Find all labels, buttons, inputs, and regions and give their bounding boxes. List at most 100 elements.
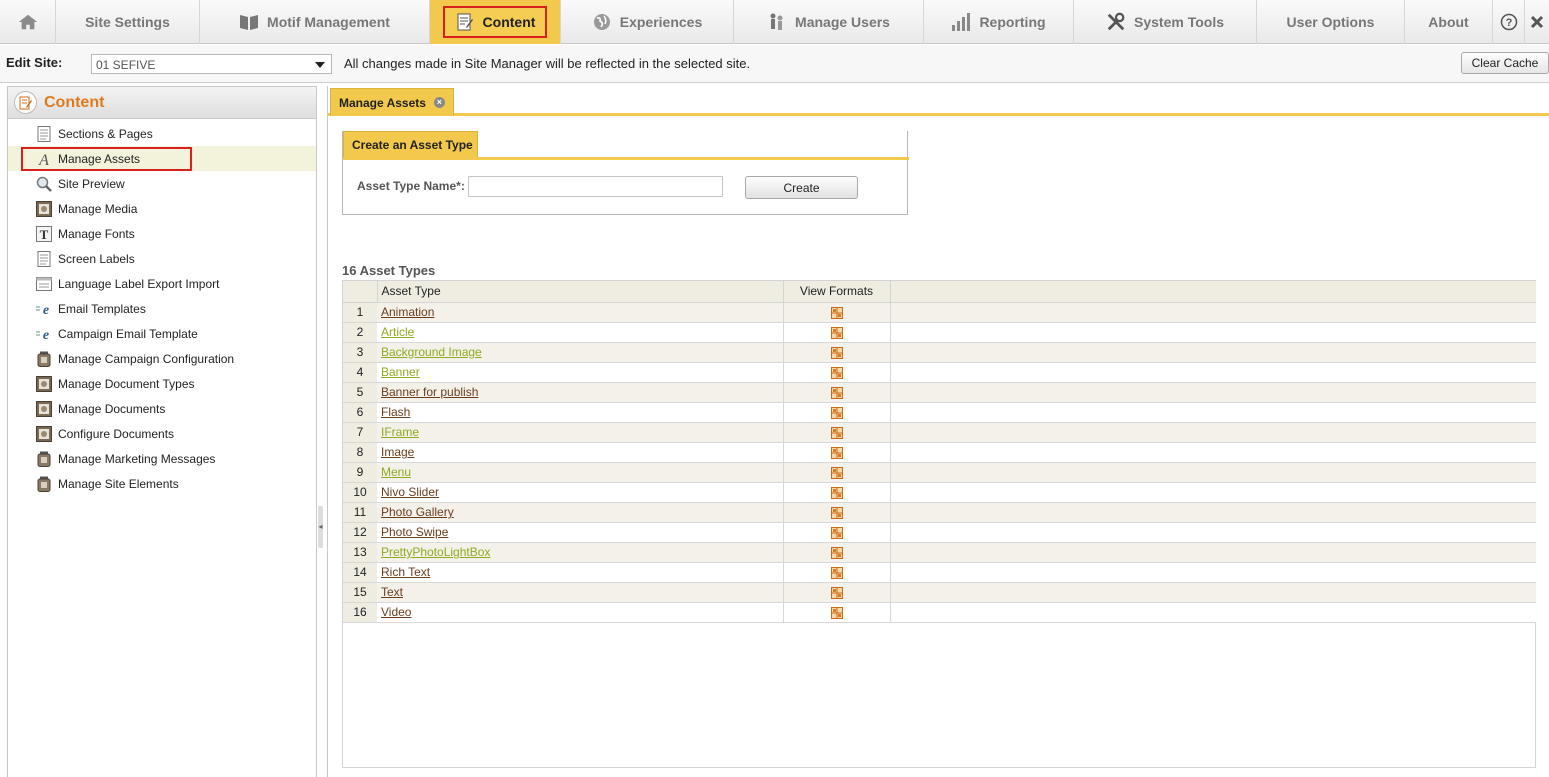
sidebar-item-campaign-email-template[interactable]: e Campaign Email Template [8, 321, 316, 346]
asset-type-link[interactable]: Banner [381, 365, 420, 379]
clear-cache-button[interactable]: Clear Cache [1461, 52, 1549, 74]
sidebar-item-site-preview[interactable]: Site Preview [8, 171, 316, 196]
row-spacer [890, 322, 1536, 343]
view-formats-icon[interactable] [830, 566, 843, 579]
asset-type-link[interactable]: Text [381, 585, 403, 599]
column-header-spacer [890, 281, 1536, 303]
sidebar-item-manage-fonts[interactable]: T Manage Fonts [8, 221, 316, 246]
nav-manage-users[interactable]: Manage Users [734, 0, 924, 44]
sidebar-item-manage-document-types[interactable]: Manage Document Types [8, 371, 316, 396]
column-header-view-formats[interactable]: View Formats [783, 281, 891, 303]
email-icon: e [36, 301, 52, 317]
view-formats-cell [783, 462, 891, 483]
nav-motif-management[interactable]: Motif Management [200, 0, 430, 44]
sidebar-menu: Sections & Pages A Manage Assets Site Previ… [8, 119, 316, 496]
view-formats-icon[interactable] [830, 466, 843, 479]
asset-type-link[interactable]: Photo Gallery [381, 505, 454, 519]
view-formats-icon[interactable] [830, 606, 843, 619]
sidebar-item-language-label-export-import[interactable]: Language Label Export Import [8, 271, 316, 296]
view-formats-icon[interactable] [830, 506, 843, 519]
view-formats-cell [783, 562, 891, 583]
help-button[interactable]: ? [1493, 0, 1525, 44]
nav-label: Manage Users [795, 14, 890, 30]
nav-home[interactable] [0, 0, 56, 44]
media-icon [36, 375, 52, 392]
tab-manage-assets[interactable]: Manage Assets × [330, 88, 454, 116]
edit-site-label: Edit Site: [6, 55, 63, 70]
asset-type-link[interactable]: Nivo Slider [381, 485, 439, 499]
nav-reporting[interactable]: Reporting [924, 0, 1074, 44]
jar-icon [36, 351, 52, 367]
asset-type-link[interactable]: Flash [381, 405, 410, 419]
view-formats-icon[interactable] [830, 446, 843, 459]
edit-site-bar: Edit Site: 01 SEFIVE All changes made in… [0, 45, 1549, 83]
asset-type-link[interactable]: Background Image [381, 345, 482, 359]
table-row: 11 Photo Gallery [343, 502, 1536, 523]
nav-user-options[interactable]: User Options [1257, 0, 1405, 44]
asset-type-link[interactable]: Animation [381, 305, 434, 319]
sidebar-item-manage-marketing-messages[interactable]: Manage Marketing Messages [8, 446, 316, 471]
view-formats-icon[interactable] [830, 386, 843, 399]
sidebar-item-manage-assets[interactable]: A Manage Assets [8, 146, 316, 171]
view-formats-cell [783, 402, 891, 423]
table-row: 4 Banner [343, 362, 1536, 383]
asset-type-link[interactable]: IFrame [381, 425, 419, 439]
top-navigation: Site Settings Motif Management Content E… [0, 0, 1549, 44]
nav-site-settings[interactable]: Site Settings [56, 0, 200, 44]
sidebar-item-sections-pages[interactable]: Sections & Pages [8, 121, 316, 146]
view-formats-icon[interactable] [830, 526, 843, 539]
asset-type-link[interactable]: Photo Swipe [381, 525, 448, 539]
asset-type-link[interactable]: PrettyPhotoLightBox [381, 545, 490, 559]
nav-label: User Options [1286, 14, 1375, 30]
nav-content-highlight: Content [442, 6, 548, 38]
site-select[interactable]: 01 SEFIVE [91, 54, 332, 74]
create-asset-type-tab[interactable]: Create an Asset Type [343, 131, 478, 157]
nav-about[interactable]: About [1405, 0, 1493, 44]
view-formats-icon[interactable] [830, 366, 843, 379]
view-formats-icon[interactable] [830, 586, 843, 599]
view-formats-icon[interactable] [830, 546, 843, 559]
sidebar-item-manage-campaign-configuration[interactable]: Manage Campaign Configuration [8, 346, 316, 371]
row-number: 7 [343, 422, 377, 443]
nav-experiences[interactable]: Experiences [561, 0, 734, 44]
view-formats-icon[interactable] [830, 486, 843, 499]
table-row: 7 IFrame [343, 422, 1536, 443]
asset-type-link[interactable]: Image [381, 445, 414, 459]
view-formats-icon[interactable] [830, 326, 843, 339]
magnifier-icon [36, 176, 52, 192]
asset-type-link[interactable]: Rich Text [381, 565, 430, 579]
sidebar-item-manage-media[interactable]: Manage Media [8, 196, 316, 221]
splitter-handle[interactable]: ◂ [317, 86, 325, 777]
row-spacer [890, 362, 1536, 383]
asset-type-link[interactable]: Video [381, 605, 411, 619]
nav-label: Motif Management [267, 14, 390, 30]
view-formats-icon[interactable] [830, 406, 843, 419]
asset-type-name-input[interactable] [468, 176, 723, 197]
close-tab-icon[interactable]: × [433, 97, 445, 108]
view-formats-cell [783, 582, 891, 603]
column-header-asset-type[interactable]: Asset Type [377, 281, 784, 303]
nav-system-tools[interactable]: System Tools [1074, 0, 1257, 44]
sidebar-item-email-templates[interactable]: e Email Templates [8, 296, 316, 321]
asset-type-link[interactable]: Menu [381, 465, 411, 479]
view-formats-cell [783, 442, 891, 463]
close-button[interactable] [1525, 0, 1549, 44]
sidebar-item-manage-documents[interactable]: Manage Documents [8, 396, 316, 421]
media-icon [36, 425, 52, 442]
sidebar-item-screen-labels[interactable]: Screen Labels [8, 246, 316, 271]
view-formats-icon[interactable] [830, 426, 843, 439]
row-spacer [890, 522, 1536, 543]
row-number: 10 [343, 482, 377, 503]
create-button[interactable]: Create [745, 176, 858, 199]
table-row: 2 Article [343, 322, 1536, 343]
asset-type-link[interactable]: Article [381, 325, 414, 339]
edit-icon [14, 91, 37, 114]
nav-label: Experiences [619, 14, 703, 30]
asset-type-link[interactable]: Banner for publish [381, 385, 478, 399]
site-message: All changes made in Site Manager will be… [344, 56, 751, 71]
view-formats-icon[interactable] [830, 306, 843, 319]
sidebar-item-configure-documents[interactable]: Configure Documents [8, 421, 316, 446]
sidebar-item-manage-site-elements[interactable]: Manage Site Elements [8, 471, 316, 496]
nav-content[interactable]: Content [430, 0, 561, 44]
view-formats-icon[interactable] [830, 346, 843, 359]
